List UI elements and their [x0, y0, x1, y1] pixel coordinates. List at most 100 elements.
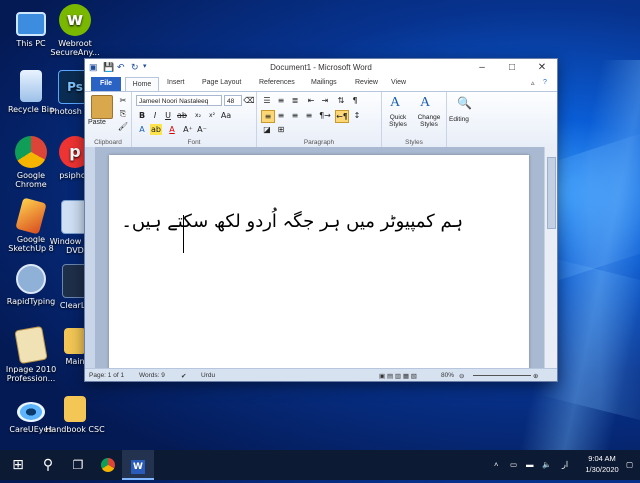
underline-icon[interactable]: U [162, 110, 174, 121]
clipboard-group: Paste ✂ ⎘ 🖌 Clipboard [85, 92, 132, 147]
document-area: ہم کمپیوٹر میں ہر جگہ اُردو لکھ سکتے ہیں… [85, 147, 557, 381]
vertical-scrollbar[interactable] [544, 147, 557, 368]
maximize-button[interactable]: □ [497, 59, 527, 77]
chrome-icon [101, 458, 115, 472]
styles-group: A Quick Styles A Change Styles Styles [382, 92, 447, 147]
bold-icon[interactable]: B [136, 110, 148, 121]
battery-icon[interactable]: ▬ [526, 450, 534, 480]
change-styles-button[interactable]: Change Styles [414, 114, 444, 128]
font-color-icon[interactable]: A [166, 124, 178, 135]
start-button[interactable]: ⊞ [2, 450, 34, 480]
tray-up-arrow-icon[interactable]: ˄ [494, 450, 498, 480]
highlight-icon[interactable]: ab [150, 124, 162, 135]
inpage-icon [14, 325, 48, 365]
tab-references[interactable]: References [259, 79, 295, 86]
tab-home[interactable]: Home [125, 77, 159, 92]
tab-review[interactable]: Review [355, 79, 378, 86]
font-size-select[interactable]: 48 [224, 95, 242, 106]
find-icon: 🔍 [457, 96, 472, 110]
editing-button[interactable]: Editing [449, 116, 469, 123]
multilevel-list-icon[interactable]: ≣ [289, 95, 301, 106]
decrease-indent-icon[interactable]: ⇤ [305, 95, 317, 106]
word-count[interactable]: Words: 9 [139, 372, 165, 379]
strikethrough-icon[interactable]: ab [176, 110, 188, 121]
proofing-icon[interactable]: ✔ [181, 372, 186, 380]
shrink-font-icon[interactable]: A⁻ [196, 124, 208, 135]
copy-icon[interactable]: ⎘ [117, 108, 129, 119]
minimize-ribbon-icon[interactable]: ▵ [531, 79, 535, 87]
tab-page-layout[interactable]: Page Layout [202, 79, 241, 86]
clock[interactable]: 9:04 AM 1/30/2020 [580, 453, 624, 483]
paste-button[interactable]: Paste [88, 119, 106, 126]
superscript-icon[interactable]: x² [206, 110, 218, 121]
input-language[interactable]: ار [562, 450, 568, 480]
tab-file[interactable]: File [91, 77, 121, 91]
subscript-icon[interactable]: x₂ [192, 110, 204, 121]
tab-mailings[interactable]: Mailings [311, 79, 337, 86]
vertical-ruler [85, 147, 95, 368]
language-indicator[interactable]: Urdu [201, 372, 215, 379]
justify-icon[interactable]: ≡ [303, 110, 315, 121]
search-icon[interactable]: ⚲ [32, 450, 64, 480]
zoom-level[interactable]: 80% [441, 372, 454, 379]
title-bar[interactable]: ▣ 💾 ↶ ↻ ▾ Document1 - Microsoft Word – □… [85, 59, 557, 77]
font-group: Jameel Noori Nastaleeq 48 ⌫ B I U ab x₂ … [132, 92, 257, 147]
careueyes-icon [17, 402, 45, 422]
cut-icon[interactable]: ✂ [117, 95, 129, 106]
computer-icon [16, 12, 46, 36]
center-icon[interactable]: ≡ [275, 110, 287, 121]
grow-font-icon[interactable]: A⁺ [182, 124, 194, 135]
line-spacing-icon[interactable]: ↕ [351, 110, 363, 121]
tab-insert[interactable]: Insert [167, 79, 185, 86]
paste-icon [91, 95, 113, 119]
shading-icon[interactable]: ◪ [261, 124, 273, 135]
desktop-icon-webroot[interactable]: w Webroot SecureAny... [44, 4, 106, 57]
taskbar-chrome[interactable] [92, 450, 124, 480]
notifications-icon[interactable]: ▢ [626, 450, 633, 480]
recycle-bin-icon [20, 70, 42, 102]
taskbar: ⊞ ⚲ ❐ W ˄ ▭ ▬ 🔈 ار 9:04 AM 1/30/2020 ▢ [0, 450, 640, 480]
word-window[interactable]: ▣ 💾 ↶ ↻ ▾ Document1 - Microsoft Word – □… [84, 58, 558, 382]
view-buttons[interactable]: ▣ ▤ ▥ ▦ ▧ [379, 372, 417, 380]
ribbon-tabs: File Home Insert Page Layout References … [85, 77, 557, 92]
page-count[interactable]: Page: 1 of 1 [89, 372, 124, 379]
close-button[interactable]: ✕ [527, 59, 557, 77]
clock-time: 9:04 AM [588, 454, 616, 463]
text-cursor [183, 215, 184, 253]
minimize-button[interactable]: – [467, 59, 497, 77]
show-formatting-icon[interactable]: ¶ [349, 95, 361, 106]
zoom-out-icon[interactable]: ⊖ [459, 372, 464, 380]
taskbar-word[interactable]: W [122, 450, 154, 480]
help-icon[interactable]: ? [543, 79, 547, 86]
zoom-slider[interactable] [473, 375, 531, 376]
document-text[interactable]: ہم کمپیوٹر میں ہر جگہ اُردو لکھ سکتے ہیں… [121, 211, 463, 232]
increase-indent-icon[interactable]: ⇥ [319, 95, 331, 106]
network-icon[interactable]: ▭ [510, 450, 517, 480]
clipboard-group-label: Clipboard [94, 139, 122, 146]
borders-icon[interactable]: ⊞ [275, 124, 287, 135]
numbering-icon[interactable]: ≡ [275, 95, 287, 106]
ltr-icon[interactable]: ¶→ [319, 110, 331, 121]
task-view-icon[interactable]: ❐ [62, 450, 94, 480]
editing-group: 🔍 Editing [447, 92, 481, 147]
zoom-in-icon[interactable]: ⊕ [533, 372, 538, 380]
tab-view[interactable]: View [391, 79, 406, 86]
format-painter-icon[interactable]: 🖌 [117, 121, 129, 132]
clear-formatting-icon[interactable]: ⌫ [243, 95, 255, 106]
text-effects-icon[interactable]: A [136, 124, 148, 135]
desktop-icon-handbook-folder[interactable]: Handbook CSC [44, 396, 106, 434]
volume-icon[interactable]: 🔈 [542, 450, 551, 480]
change-styles-icon: A [420, 95, 431, 110]
paragraph-group-label: Paragraph [303, 139, 335, 146]
rtl-icon[interactable]: ←¶ [335, 110, 349, 123]
document-page[interactable]: ہم کمپیوٹر میں ہر جگہ اُردو لکھ سکتے ہیں… [109, 155, 529, 381]
change-case-icon[interactable]: Aa [220, 110, 232, 121]
align-left-icon[interactable]: ≡ [261, 110, 275, 123]
quick-styles-button[interactable]: Quick Styles [384, 114, 412, 128]
font-name-select[interactable]: Jameel Noori Nastaleeq [136, 95, 222, 106]
italic-icon[interactable]: I [149, 110, 161, 121]
align-right-icon[interactable]: ≡ [289, 110, 301, 121]
sort-icon[interactable]: ⇅ [335, 95, 347, 106]
scrollbar-thumb[interactable] [547, 157, 556, 229]
bullets-icon[interactable]: ☰ [261, 95, 273, 106]
